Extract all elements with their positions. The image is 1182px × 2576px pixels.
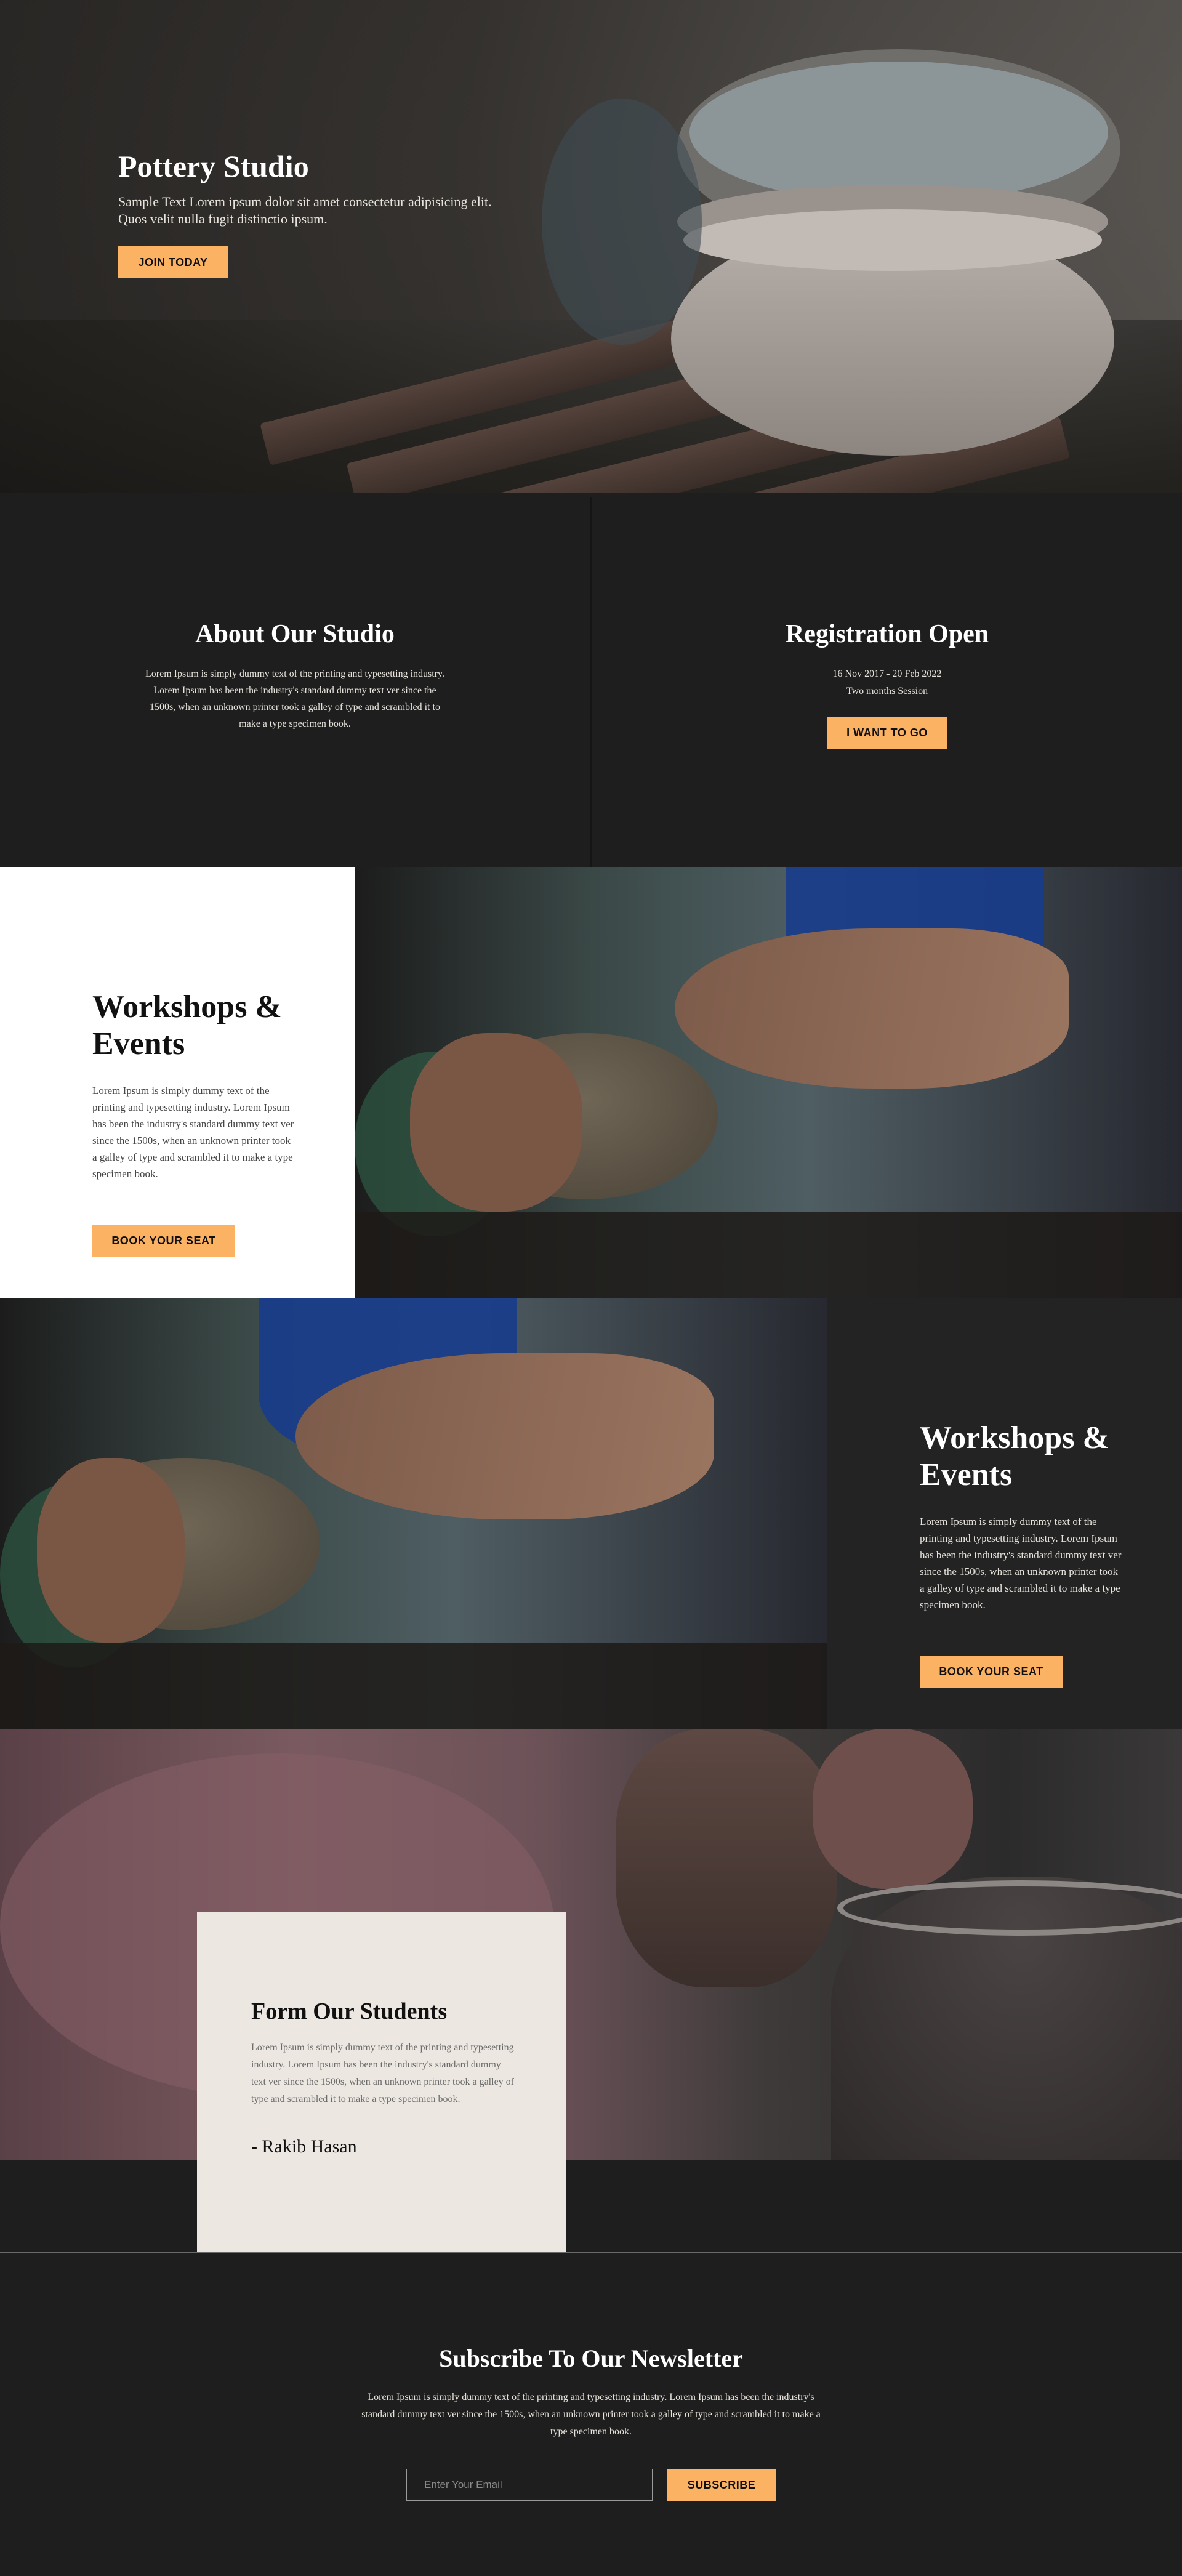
workshops-section-1: Workshops & Events Lorem Ipsum is simply…: [0, 867, 355, 1298]
testimonial-bg-dark: [0, 2160, 1182, 2252]
workshops-body: Lorem Ipsum is simply dummy text of the …: [92, 1085, 294, 1180]
testimonial-card: Form Our Students Lorem Ipsum is simply …: [197, 1912, 566, 2252]
pottery-hands-image: [355, 867, 1182, 1298]
registration-title: Registration Open: [785, 620, 989, 648]
workshops-body-2: Lorem Ipsum is simply dummy text of the …: [920, 1516, 1122, 1611]
pottery-hands-image-2: [0, 1298, 827, 1729]
email-input[interactable]: [406, 2469, 653, 2501]
hero-image-bowl: [690, 62, 1108, 203]
hero-image-bowl: [683, 209, 1102, 271]
image-hand-right: [296, 1353, 714, 1519]
workshops-title: Workshops & Events: [92, 989, 282, 1061]
newsletter-divider: [0, 2252, 1182, 2253]
i-want-to-go-button[interactable]: I WANT TO GO: [827, 717, 947, 749]
join-today-button[interactable]: JOIN TODAY: [118, 246, 228, 278]
newsletter-title: Subscribe To Our Newsletter: [439, 2345, 743, 2372]
registration-panel: Registration Open 16 Nov 2017 - 20 Feb 2…: [592, 497, 1182, 867]
newsletter-body: Lorem Ipsum is simply dummy text of the …: [361, 2392, 821, 2437]
registration-dates: 16 Nov 2017 - 20 Feb 2022: [832, 669, 942, 679]
workshops-section-2: Workshops & Events Lorem Ipsum is simply…: [827, 1298, 1182, 1729]
testimonial-author: - Rakib Hasan: [251, 2136, 357, 2157]
image-hand-clay: [616, 1729, 837, 1987]
pottery-wheel-image: [0, 1729, 1182, 2160]
hero-section: Pottery Studio Sample Text Lorem ipsum d…: [0, 0, 1182, 493]
image-bg-floor: [355, 1212, 1182, 1298]
subscribe-button[interactable]: SUBSCRIBE: [667, 2469, 776, 2501]
workshops-title-2: Workshops & Events: [920, 1420, 1109, 1492]
image-hand-right: [675, 928, 1069, 1089]
about-panel: About Our Studio Lorem Ipsum is simply d…: [0, 497, 590, 867]
hero-subtitle: Sample Text Lorem ipsum dolor sit amet c…: [118, 194, 492, 227]
hero-title: Pottery Studio: [118, 149, 309, 183]
about-body: Lorem Ipsum is simply dummy text of the …: [145, 669, 445, 729]
book-your-seat-button[interactable]: BOOK YOUR SEAT: [92, 1225, 235, 1257]
image-hand-left: [410, 1033, 582, 1212]
hero-image-bowl: [542, 99, 702, 345]
image-hand-left: [37, 1458, 185, 1643]
book-your-seat-button-2[interactable]: BOOK YOUR SEAT: [920, 1656, 1063, 1688]
testimonial-body: Lorem Ipsum is simply dummy text of the …: [251, 2042, 514, 2104]
registration-session: Two months Session: [846, 686, 928, 696]
image-finger-clay: [813, 1729, 973, 1889]
testimonial-title: Form Our Students: [251, 1998, 448, 2024]
hero-text-block: Pottery Studio Sample Text Lorem ipsum d…: [118, 147, 512, 228]
image-bg-floor: [0, 1643, 827, 1729]
about-title: About Our Studio: [195, 620, 395, 648]
